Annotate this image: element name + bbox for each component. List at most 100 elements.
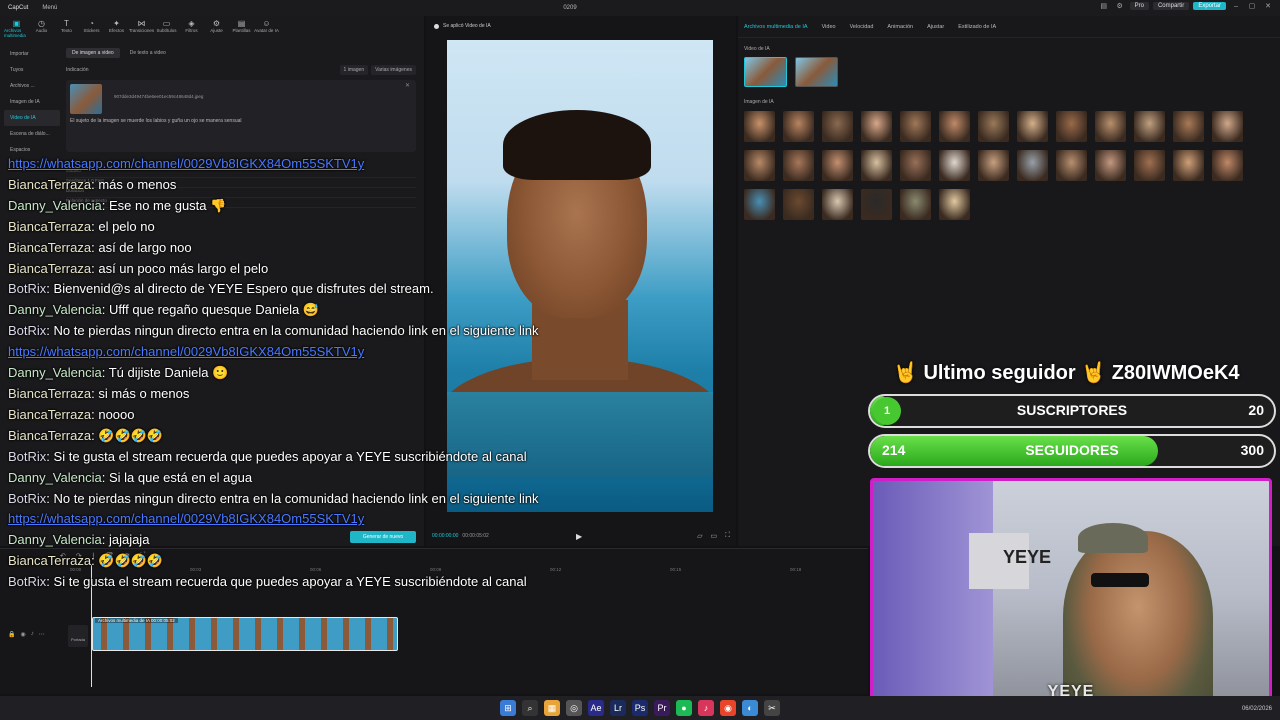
remove-image-icon[interactable]: ✕	[405, 82, 410, 89]
ai-image-thumbnail[interactable]	[978, 111, 1009, 142]
tool-text[interactable]: T Texto	[54, 16, 79, 38]
properties-tab[interactable]: Velocidad	[850, 24, 874, 30]
ai-image-thumbnail[interactable]	[1095, 150, 1126, 181]
taskbar-app-icon[interactable]: ●	[676, 700, 692, 716]
one-image-toggle[interactable]: 1 imagen	[339, 65, 369, 75]
ai-image-thumbnail[interactable]	[1134, 111, 1165, 142]
taskbar-app-icon[interactable]: ✂	[764, 700, 780, 716]
taskbar-app-icon[interactable]: ♪	[698, 700, 714, 716]
taskbar-app-icon[interactable]: ◎	[566, 700, 582, 716]
chat-link[interactable]: https://whatsapp.com/channel/0029Vb8IGKX…	[8, 509, 648, 530]
tool-avatar[interactable]: ☺ Avatar de IA	[254, 16, 279, 38]
more-icon[interactable]: ⋯	[39, 631, 45, 638]
ai-image-thumbnail[interactable]	[783, 111, 814, 142]
ai-image-thumbnail[interactable]	[900, 150, 931, 181]
tool-filter[interactable]: ◈ Filtros	[179, 16, 204, 38]
tab-text-to-video[interactable]: De texto a video	[124, 48, 172, 58]
ai-image-thumbnail[interactable]	[822, 111, 853, 142]
tool-sticker[interactable]: ◔ Stickers	[79, 16, 104, 38]
ai-image-thumbnail[interactable]	[978, 150, 1009, 181]
ai-image-thumbnail[interactable]	[1017, 111, 1048, 142]
ai-image-thumbnail[interactable]	[861, 111, 892, 142]
chat-link[interactable]: https://whatsapp.com/channel/0029Vb8IGKX…	[8, 154, 648, 175]
ai-image-thumbnail[interactable]	[1212, 111, 1243, 142]
ai-image-thumbnail[interactable]	[1095, 111, 1126, 142]
properties-tab[interactable]: Archivos multimedia de IA	[744, 24, 808, 30]
ai-image-thumbnail[interactable]	[783, 189, 814, 220]
ai-image-thumbnail[interactable]	[1212, 150, 1243, 181]
ai-image-thumbnail[interactable]	[1134, 150, 1165, 181]
ai-image-thumbnail[interactable]	[900, 111, 931, 142]
maximize-icon[interactable]: ▢	[1246, 2, 1258, 10]
ai-image-thumbnail[interactable]	[1173, 111, 1204, 142]
tool-effects[interactable]: ✦ Efectos	[104, 16, 129, 38]
settings-icon[interactable]: ⚙	[1114, 2, 1126, 10]
side-nav-item[interactable]: Archivos ...	[4, 78, 60, 94]
pro-badge[interactable]: Pro	[1129, 2, 1149, 10]
chat-link-text[interactable]: https://whatsapp.com/channel/0029Vb8IGKX…	[8, 511, 364, 526]
tool-adjust[interactable]: ⚙ Ajuste	[204, 16, 229, 38]
ai-image-thumbnail[interactable]	[822, 189, 853, 220]
source-image-thumbnail[interactable]	[70, 84, 102, 114]
audio-mute-icon[interactable]: ♪	[31, 631, 34, 638]
taskbar-app-icon[interactable]: ⊞	[500, 700, 516, 716]
ai-image-thumbnail[interactable]	[783, 150, 814, 181]
properties-tab[interactable]: Animación	[887, 24, 913, 30]
layout-icon[interactable]: ▤	[1098, 2, 1110, 10]
tool-template[interactable]: ▤ Plantillas	[229, 16, 254, 38]
share-button[interactable]: Compartir	[1152, 2, 1190, 10]
properties-tab[interactable]: Ajustar	[927, 24, 944, 30]
chat-link-text[interactable]: https://whatsapp.com/channel/0029Vb8IGKX…	[8, 156, 364, 171]
side-nav-item[interactable]: Imagen de IA	[4, 94, 60, 110]
tool-transition[interactable]: ⋈ Transiciones	[129, 16, 154, 38]
minimize-icon[interactable]: –	[1230, 3, 1242, 10]
ai-image-thumbnail[interactable]	[939, 150, 970, 181]
ai-image-thumbnail[interactable]	[1056, 150, 1087, 181]
ai-image-thumbnail[interactable]	[1056, 111, 1087, 142]
chat-link-text[interactable]: https://whatsapp.com/channel/0029Vb8IGKX…	[8, 344, 364, 359]
properties-tab[interactable]: Video	[822, 24, 836, 30]
ratio-icon[interactable]: ▭	[710, 532, 717, 540]
taskbar-app-icon[interactable]: Ae	[588, 700, 604, 716]
taskbar-app-icon[interactable]: Ps	[632, 700, 648, 716]
ai-image-thumbnail[interactable]	[744, 111, 775, 142]
taskbar-app-icon[interactable]: ⌕	[522, 700, 538, 716]
ai-image-thumbnail[interactable]	[939, 111, 970, 142]
tool-media[interactable]: ▣ Archivos multimedia	[4, 16, 29, 38]
side-nav-item[interactable]: Importar	[4, 46, 60, 62]
chat-link[interactable]: https://whatsapp.com/channel/0029Vb8IGKX…	[8, 342, 648, 363]
side-nav-item[interactable]: Tuyos	[4, 62, 60, 78]
taskbar-app-icon[interactable]: ▦	[544, 700, 560, 716]
cover-button[interactable]: Portada	[68, 625, 88, 647]
export-button[interactable]: Exportar	[1193, 2, 1226, 10]
properties-tab[interactable]: Estilizado de IA	[958, 24, 996, 30]
taskbar-app-icon[interactable]: Lr	[610, 700, 626, 716]
visibility-icon[interactable]: ◉	[20, 631, 25, 638]
ai-image-thumbnail[interactable]	[900, 189, 931, 220]
tool-subtitles[interactable]: ▭ Subtítulos	[154, 16, 179, 38]
ai-image-thumbnail[interactable]	[822, 150, 853, 181]
ai-image-thumbnail[interactable]	[744, 150, 775, 181]
fullscreen-icon[interactable]: ⛶	[725, 532, 730, 540]
lock-icon[interactable]: 🔒	[8, 631, 15, 638]
prompt-card[interactable]: 907dde3d49474be6ee01ec59c48648d4.jpeg ✕ …	[66, 80, 416, 152]
tool-audio[interactable]: ◷ Audio	[29, 16, 54, 38]
crop-icon[interactable]: ▱	[697, 532, 702, 540]
timeline-clip[interactable]: Archivos multimedia de IA 00:00:05:02	[92, 617, 398, 651]
ai-image-thumbnail[interactable]	[1017, 150, 1048, 181]
taskbar-app-icon[interactable]: ◉	[720, 700, 736, 716]
ai-image-thumbnail[interactable]	[939, 189, 970, 220]
ai-video-thumbnail[interactable]	[795, 57, 838, 87]
close-icon[interactable]: ✕	[1262, 2, 1274, 10]
taskbar-app-icon[interactable]: ◐	[742, 700, 758, 716]
tab-image-to-video[interactable]: De imagen a video	[66, 48, 120, 58]
taskbar-app-icon[interactable]: Pr	[654, 700, 670, 716]
prompt-text[interactable]: El sujeto de la imagen se muerde los lab…	[70, 118, 412, 124]
ai-image-thumbnail[interactable]	[744, 189, 775, 220]
ai-image-thumbnail[interactable]	[861, 150, 892, 181]
side-nav-item[interactable]: Video de IA	[4, 110, 60, 126]
many-images-toggle[interactable]: Varias imágenes	[371, 65, 416, 75]
ai-video-thumbnail[interactable]	[744, 57, 787, 87]
side-nav-item[interactable]: Escena de diálo...	[4, 126, 60, 142]
ai-image-thumbnail[interactable]	[861, 189, 892, 220]
